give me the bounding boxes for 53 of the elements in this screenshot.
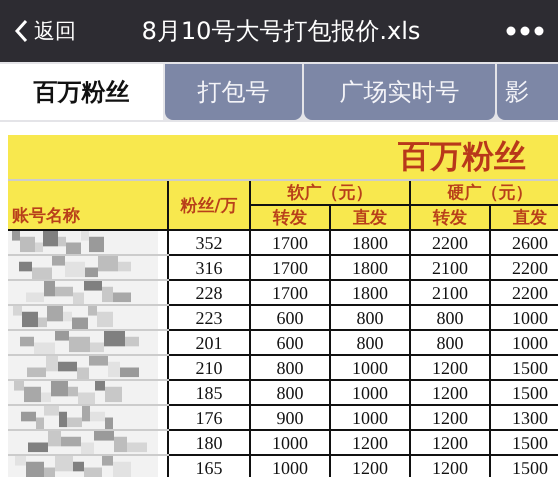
table-cell: 800 — [410, 330, 490, 355]
table-cell: 1700 — [250, 230, 330, 255]
column-header: 粉丝/万 — [168, 180, 250, 230]
table-cell: 180 — [168, 430, 250, 455]
table-cell: 201 — [168, 330, 250, 355]
column-header: 硬广（元） — [410, 180, 558, 205]
column-header: 转发 — [410, 205, 490, 230]
table-cell: 1200 — [410, 355, 490, 380]
table-cell: 1800 — [330, 230, 410, 255]
table-cell: 1200 — [410, 380, 490, 405]
table-cell: 1200 — [330, 430, 410, 455]
table-cell: 900 — [250, 405, 330, 430]
table-cell: 210 — [168, 355, 250, 380]
more-icon[interactable] — [506, 26, 544, 36]
table-cell: 1700 — [250, 255, 330, 280]
table-cell: 1000 — [250, 430, 330, 455]
sheet-tab[interactable]: 百万粉丝 — [0, 64, 163, 120]
table-cell: 1200 — [410, 405, 490, 430]
column-header: 软广（元） — [250, 180, 410, 205]
column-header: 账号名称 — [8, 180, 168, 230]
table-cell: 600 — [250, 305, 330, 330]
back-icon — [14, 19, 28, 43]
table-cell: 1800 — [330, 280, 410, 305]
table-cell: 185 — [168, 380, 250, 405]
sheet-tab[interactable]: 打包号 — [165, 64, 302, 120]
table-cell: 800 — [250, 355, 330, 380]
table-cell: 800 — [250, 380, 330, 405]
table-cell: 1800 — [330, 255, 410, 280]
table-cell: 352 — [168, 230, 250, 255]
table-cell: 800 — [410, 305, 490, 330]
table-cell: 1000 — [330, 405, 410, 430]
table-cell: 228 — [168, 280, 250, 305]
table-cell: 1000 — [330, 355, 410, 380]
column-header: 直发 — [490, 205, 558, 230]
column-header: 转发 — [250, 205, 330, 230]
sheet-tab[interactable]: 影 — [497, 64, 558, 120]
column-header: 直发 — [330, 205, 410, 230]
table-cell: 176 — [168, 405, 250, 430]
table-cell: 1700 — [250, 280, 330, 305]
table-cell: 1000 — [330, 380, 410, 405]
table-cell: 800 — [330, 330, 410, 355]
table-cell: 2100 — [410, 255, 490, 280]
sheet-tab[interactable]: 广场实时号 — [304, 64, 495, 120]
table-cell: 1200 — [410, 430, 490, 455]
table-cell: 316 — [168, 255, 250, 280]
table-cell: 800 — [330, 305, 410, 330]
table-cell: 2200 — [410, 230, 490, 255]
window-title: 8月10号大号打包报价.xls — [140, 16, 422, 47]
table-cell: 223 — [168, 305, 250, 330]
sheet-title: 百万粉丝 — [8, 135, 558, 180]
back-button[interactable]: 返回 — [14, 17, 76, 45]
table-cell: 600 — [250, 330, 330, 355]
table-cell: 2100 — [410, 280, 490, 305]
